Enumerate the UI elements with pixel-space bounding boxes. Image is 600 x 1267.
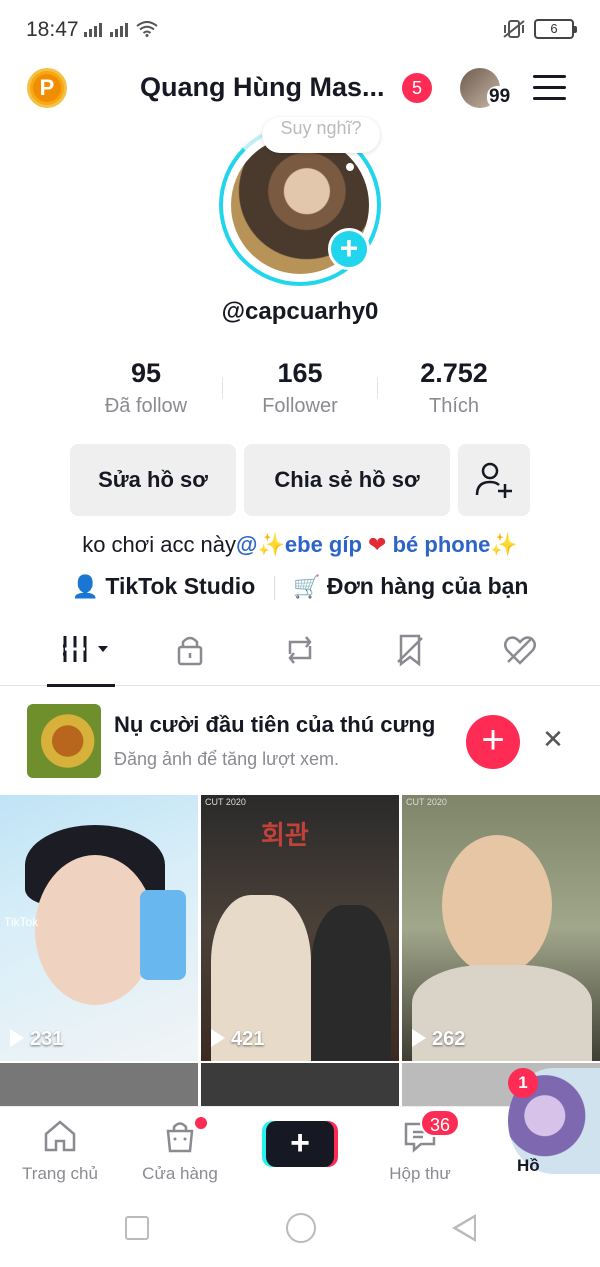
add-friend-button[interactable] — [458, 444, 530, 516]
play-icon — [211, 1029, 225, 1047]
bookmark-eye-icon — [397, 634, 423, 667]
content-tabs — [0, 620, 600, 687]
coin-icon[interactable]: P — [27, 68, 67, 108]
tab-videos[interactable] — [60, 632, 110, 672]
play-icon — [412, 1029, 426, 1047]
profile-header: P Quang Hùng Mas... 5 99 — [0, 60, 600, 120]
edit-profile-button[interactable]: Sửa hồ sơ — [70, 444, 236, 516]
stat-followers[interactable]: 165 Follower — [220, 358, 380, 418]
stat-following[interactable]: 95 Đã follow — [66, 358, 226, 418]
view-count: 262 — [412, 1028, 465, 1051]
shop-dot — [195, 1117, 207, 1129]
back-icon[interactable] — [452, 1214, 476, 1242]
add-friend-icon — [475, 462, 512, 498]
view-count: 421 — [211, 1028, 264, 1051]
bio-link[interactable]: bé phone — [393, 532, 491, 557]
bubble-dot — [346, 163, 354, 171]
tab-private[interactable] — [165, 632, 215, 672]
orders-link[interactable]: 🛒 Đơn hàng của bạn — [293, 573, 528, 599]
banner-title: Nụ cười đầu tiên của thú cưng — [114, 712, 436, 737]
nav-profile[interactable]: Hồ — [517, 1156, 540, 1176]
active-tab-indicator — [47, 684, 115, 687]
profile-links: 👤 TikTok Studio 🛒 Đơn hàng của bạn — [0, 573, 600, 600]
status-bar: 18:47 6 — [0, 0, 600, 60]
video-tile[interactable]: CUT 2020 262 — [402, 795, 600, 1061]
friends-count: 99 — [487, 86, 513, 108]
home-icon — [44, 1120, 76, 1152]
share-profile-button[interactable]: Chia sẻ hồ sơ — [244, 444, 450, 516]
close-icon[interactable]: ✕ — [540, 726, 566, 752]
shop-icon — [166, 1122, 194, 1153]
system-nav — [0, 1196, 600, 1267]
repost-icon — [288, 636, 312, 664]
banner-thumbnail — [27, 704, 101, 778]
status-time: 18:47 — [26, 18, 79, 41]
video-tile[interactable]: TikTok 231 — [0, 795, 198, 1061]
tab-favorites[interactable] — [385, 632, 435, 672]
inbox-badge: 36 — [420, 1109, 460, 1137]
play-icon — [10, 1029, 24, 1047]
studio-icon: 👤 — [71, 574, 99, 599]
view-count: 231 — [10, 1028, 63, 1051]
cart-icon: 🛒 — [293, 574, 321, 599]
account-switcher[interactable]: Quang Hùng Mas... — [140, 72, 385, 103]
wifi-icon — [136, 21, 158, 37]
lock-icon — [177, 636, 203, 666]
grid-icon — [63, 636, 108, 662]
profile-bio: ko chơi acc này@✨ebe gíp ❤ bé phone✨ — [82, 532, 518, 557]
banner-add-button[interactable]: + — [466, 715, 520, 769]
nav-home[interactable]: Trang chủ — [5, 1117, 115, 1184]
thought-bubble[interactable]: Suy nghĩ? — [262, 117, 380, 153]
video-tile[interactable]: CUT 2020 회관 421 — [201, 795, 399, 1061]
banner-subtitle: Đăng ảnh để tăng lượt xem. — [114, 749, 339, 769]
create-button[interactable]: + — [266, 1121, 334, 1167]
add-story-button[interactable]: + — [328, 228, 370, 270]
tiktok-studio-link[interactable]: 👤 TikTok Studio — [72, 573, 256, 599]
heart-eye-icon — [504, 636, 536, 665]
notification-badge: 5 — [402, 73, 432, 103]
menu-icon[interactable] — [533, 75, 566, 100]
signal-icon — [84, 21, 158, 37]
battery-icon: 6 — [534, 19, 577, 39]
bubble-badge: 1 — [508, 1068, 538, 1098]
home-button-icon[interactable] — [286, 1213, 316, 1243]
recents-icon[interactable] — [125, 1216, 149, 1240]
tab-liked[interactable] — [495, 632, 545, 672]
stat-likes[interactable]: 2.752 Thích — [374, 358, 534, 418]
tab-reposts[interactable] — [275, 632, 325, 672]
nav-shop[interactable]: Cửa hàng — [125, 1117, 235, 1184]
heart-icon: ❤ — [368, 532, 387, 557]
bio-link[interactable]: ebe gíp — [285, 532, 362, 557]
vibrate-icon — [503, 20, 525, 38]
pet-photo-banner: Nụ cười đầu tiên của thú cưng Đăng ảnh đ… — [0, 696, 600, 788]
username: @capcuarhy0 — [221, 298, 379, 325]
